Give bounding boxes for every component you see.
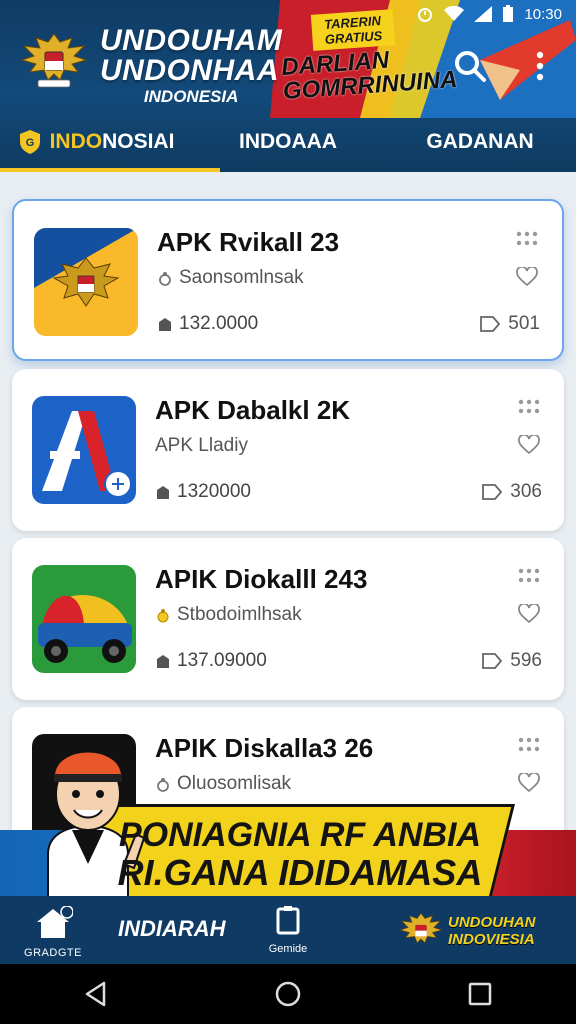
brand-line-3: INDONESIA <box>143 87 239 106</box>
app-downloads: 132.0000 <box>157 313 258 335</box>
tab-label: GADANAN <box>426 130 534 153</box>
bottom-navigation: GRADGTE INDIARAH Gemide UNDOUHAN INDOVIE… <box>0 896 576 964</box>
app-card[interactable]: APK Dabalkl 2K APK Lladiy 1320000 306 <box>12 369 564 531</box>
grip-icon[interactable] <box>518 399 540 415</box>
app-developer-name: Oluosomlisak <box>177 773 292 794</box>
app-developer-name: Saonsomlnsak <box>179 267 304 288</box>
app-version-count: 501 <box>480 313 540 335</box>
app-icon <box>32 565 136 673</box>
app-developer-name: Stbodoimlhsak <box>177 604 302 625</box>
home-icon <box>37 905 74 938</box>
app-download-count: 132.0000 <box>179 313 259 334</box>
app-download-count: 137.09000 <box>177 650 267 671</box>
system-back-button[interactable] <box>66 969 126 1019</box>
alarm-icon <box>418 8 433 22</box>
promo-banner[interactable]: PONIAGNIA RF ANBIA RI.GANA IDIDAMASA <box>0 750 576 908</box>
circle-home-icon <box>275 981 301 1007</box>
app-count-value: 596 <box>510 650 542 671</box>
svg-text:G: G <box>25 137 34 149</box>
grip-icon[interactable] <box>518 737 540 753</box>
app-card[interactable]: APIK Diokalll 243 Stbodoimlhsak 137.0900… <box>12 538 564 700</box>
app-count-value: 501 <box>508 313 540 334</box>
nav-brand[interactable]: UNDOUHAN INDOVIESIA <box>398 902 556 958</box>
app-version-count: 306 <box>482 481 542 503</box>
nav-brand-line-2: INDOVIESIA <box>448 931 535 948</box>
download-icon <box>157 486 169 499</box>
banner-text: PONIAGNIA RF ANBIA RI.GANA IDIDAMASA <box>100 816 500 892</box>
grip-icon[interactable] <box>518 568 540 584</box>
developer-icon <box>157 778 169 792</box>
app-developer: Saonsomlnsak <box>157 267 304 289</box>
system-navigation-bar <box>0 964 576 1024</box>
nav-center-caption: Gemide <box>268 943 308 955</box>
app-download-count: 1320000 <box>177 481 251 502</box>
tab-gadanan[interactable]: GADANAN <box>384 112 576 172</box>
nav-home[interactable]: GRADGTE <box>20 905 86 960</box>
heart-icon[interactable] <box>516 267 538 287</box>
app-title: APIK Diokalll 243 <box>155 564 368 594</box>
category-tabs: G INDONOSIAI INDOAAA GADANAN <box>0 112 576 172</box>
recents-icon <box>468 982 492 1006</box>
status-time: 10:30 <box>524 5 562 23</box>
garuda-emblem <box>20 33 88 88</box>
app-icon <box>34 228 138 336</box>
app-list: APK Rvikall 23 Saonsomlnsak 132.0000 501 <box>0 172 576 832</box>
signal-icon <box>474 6 493 22</box>
app-card[interactable]: APK Rvikall 23 Saonsomlnsak 132.0000 501 <box>12 199 564 361</box>
garuda-emblem <box>399 912 443 944</box>
system-home-button[interactable] <box>258 969 318 1019</box>
brand-line-2: UNDONHAA <box>100 54 279 87</box>
shield-icon: G <box>19 130 40 154</box>
tab-label: INDONOSIAI <box>50 130 175 154</box>
app-developer-name: APK Lladiy <box>155 435 248 456</box>
heart-icon[interactable] <box>518 773 540 793</box>
battery-icon <box>503 5 514 22</box>
app-brand: UNDOUHAM UNDONHAA INDONESIA <box>100 24 283 106</box>
back-icon <box>85 981 106 1007</box>
app-title: APIK Diskalla3 26 <box>155 733 374 763</box>
square-icon <box>276 906 300 935</box>
heart-icon[interactable] <box>518 435 540 455</box>
banner-line-2: RI.GANA IDIDAMASA <box>117 852 483 893</box>
developer-icon <box>159 272 171 286</box>
app-downloads: 137.09000 <box>155 650 267 672</box>
tab-label-prefix: INDO <box>49 130 103 153</box>
tab-label: INDOAAA <box>239 130 337 153</box>
tab-indonosiai[interactable]: G INDONOSIAI <box>0 112 220 172</box>
tab-indoaaa[interactable]: INDOAAA <box>192 112 384 172</box>
grip-icon[interactable] <box>516 231 538 247</box>
app-downloads: 1320000 <box>155 481 251 503</box>
app-icon <box>32 396 136 504</box>
nav-center[interactable]: Gemide <box>262 906 314 955</box>
app-developer: Oluosomlisak <box>155 773 291 795</box>
nav-home-caption: GRADGTE <box>24 947 82 959</box>
tag-icon <box>482 484 503 500</box>
more-vert-icon <box>536 51 544 81</box>
brand-line-1: UNDOUHAM <box>100 24 283 57</box>
download-icon <box>159 318 171 331</box>
search-icon <box>455 51 486 82</box>
nav-main-label[interactable]: INDIARAH <box>118 916 226 942</box>
app-developer: Stbodoimlhsak <box>155 604 302 626</box>
app-title: APK Dabalkl 2K <box>155 395 351 425</box>
tab-label-rest: NOSIAI <box>102 130 175 153</box>
tag-icon <box>480 316 501 332</box>
download-icon <box>157 655 169 668</box>
app-version-count: 596 <box>482 650 542 672</box>
app-count-value: 306 <box>510 481 542 502</box>
status-bar: 10:30 <box>0 0 576 28</box>
tag-icon <box>482 653 503 669</box>
banner-line-1: PONIAGNIA RF ANBIA <box>118 816 482 854</box>
overflow-menu-button[interactable] <box>518 44 562 88</box>
nav-brand-line-1: UNDOUHAN <box>448 914 536 931</box>
search-button[interactable] <box>448 44 492 88</box>
developer-icon <box>157 609 169 623</box>
wifi-icon <box>444 6 465 21</box>
nav-brand-text: UNDOUHAN INDOVIESIA <box>448 914 536 948</box>
system-recents-button[interactable] <box>450 969 510 1019</box>
app-developer: APK Lladiy <box>155 435 248 457</box>
heart-icon[interactable] <box>518 604 540 624</box>
app-title: APK Rvikall 23 <box>157 227 340 257</box>
